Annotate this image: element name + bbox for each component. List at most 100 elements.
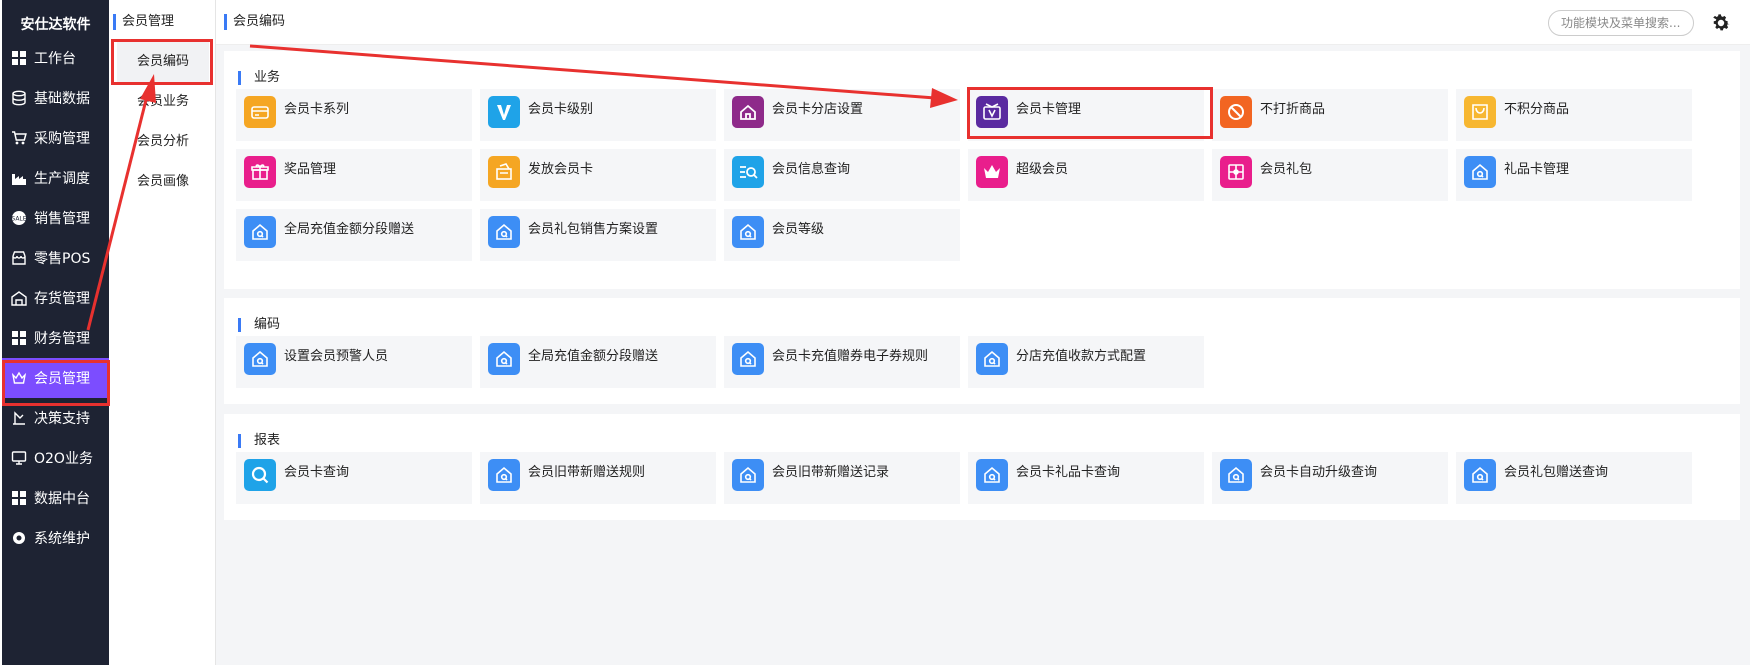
menu-card[interactable]: 设置会员预警人员 (236, 336, 472, 388)
menu-card-label: 礼品卡管理 (1504, 162, 1570, 177)
menu-card[interactable]: 不打折商品 (1212, 89, 1448, 141)
sidebar-item[interactable]: 系统维护 (2, 518, 109, 558)
menu-card-label: 会员信息查询 (772, 162, 851, 177)
menu-card[interactable]: 会员卡级别 (480, 89, 716, 141)
sidebar-item-label: 存货管理 (34, 291, 90, 307)
gear-icon[interactable] (1710, 12, 1732, 34)
issue-card-icon (488, 156, 520, 188)
menu-card[interactable]: 全局充值金额分段赠送 (480, 336, 716, 388)
menu-card[interactable]: 会员卡充值赠券电子券规则 (724, 336, 960, 388)
subnav-item-member-analysis[interactable]: 会员分析 (117, 122, 209, 162)
menu-card[interactable]: 不积分商品 (1456, 89, 1692, 141)
subnav-item-member-business[interactable]: 会员业务 (117, 82, 209, 122)
sidebar-item[interactable]: 存货管理 (2, 278, 109, 318)
sidebar-item[interactable]: 生产调度 (2, 158, 109, 198)
menu-card-label: 会员旧带新赠送记录 (772, 465, 890, 480)
menu-card[interactable]: 会员卡系列 (236, 89, 472, 141)
sidebar-item-label: 销售管理 (34, 211, 90, 227)
menu-card-label: 奖品管理 (284, 162, 337, 177)
menu-card-label: 会员卡充值赠券电子券规则 (772, 349, 929, 364)
menu-card-label: 发放会员卡 (528, 162, 594, 177)
menu-card-label: 会员旧带新赠送规则 (528, 465, 646, 480)
sidebar-item[interactable]: 零售POS (2, 238, 109, 278)
main-sidebar: 安仕达软件 工作台 基础数据 采购管理 生产调度 SALE 销售管理 零售POS 存货管理 财务… (2, 0, 109, 665)
menu-card[interactable]: 奖品管理 (236, 149, 472, 201)
sidebar-item-label: 财务管理 (34, 331, 90, 347)
sidebar-item[interactable]: 会员管理 (2, 358, 109, 398)
menu-card[interactable]: 会员卡分店设置 (724, 89, 960, 141)
section-title: 编码 (238, 318, 280, 332)
home-q-icon (732, 343, 764, 375)
section-title: 业务 (238, 71, 280, 85)
menu-card[interactable]: 会员卡礼品卡查询 (968, 452, 1204, 504)
top-header: 会员编码 (216, 0, 1750, 45)
sidebar-item[interactable]: SALE 销售管理 (2, 198, 109, 238)
sidebar-item-label: 生产调度 (34, 171, 90, 187)
gift-icon (244, 156, 276, 188)
home-q-icon (488, 459, 520, 491)
menu-card[interactable]: 会员等级 (724, 209, 960, 261)
home-q-icon (488, 216, 520, 248)
warehouse-icon (10, 289, 28, 307)
section-coding: 编码 设置会员预警人员 全局充值金额分段赠送 会员卡充值赠券电子券规则 分店充值收款方… (224, 298, 1740, 404)
menu-card[interactable]: 会员旧带新赠送记录 (724, 452, 960, 504)
menu-card-label: 会员卡管理 (1016, 102, 1082, 117)
gift-box-icon (1220, 156, 1252, 188)
sidebar-item-label: 决策支持 (34, 411, 90, 427)
section-title: 报表 (238, 434, 280, 448)
sidebar-item[interactable]: 工作台 (2, 38, 109, 78)
menu-card-label: 不积分商品 (1504, 102, 1570, 117)
monitor-icon (10, 449, 28, 467)
breadcrumb: 会员编码 (224, 14, 285, 30)
menu-card[interactable]: 全局充值金额分段赠送 (236, 209, 472, 261)
sidebar-item[interactable]: 采购管理 (2, 118, 109, 158)
svg-text:SALE: SALE (11, 216, 26, 223)
menu-card[interactable]: 会员礼包 (1212, 149, 1448, 201)
sidebar-item[interactable]: 决策支持 (2, 398, 109, 438)
grid-icon (10, 49, 28, 67)
menu-card-label: 会员卡级别 (528, 102, 594, 117)
cart-icon (10, 129, 28, 147)
menu-card[interactable]: 会员卡管理 (968, 89, 1204, 141)
menu-card[interactable]: 礼品卡管理 (1456, 149, 1692, 201)
home-q-icon (732, 216, 764, 248)
section-business: 业务 会员卡系列 会员卡级别 会员卡分店设置 会员卡管理 不打折商品 不积分商品奖品管理 发… (224, 51, 1740, 289)
sidebar-item-label: 采购管理 (34, 131, 90, 147)
decision-icon (10, 409, 28, 427)
menu-card[interactable]: 会员卡自动升级查询 (1212, 452, 1448, 504)
menu-card[interactable]: 会员信息查询 (724, 149, 960, 201)
ban-icon (1220, 96, 1252, 128)
home-q-icon (244, 216, 276, 248)
menu-card-label: 会员卡查询 (284, 465, 350, 480)
menu-card[interactable]: 会员礼包销售方案设置 (480, 209, 716, 261)
menu-card[interactable]: 发放会员卡 (480, 149, 716, 201)
sidebar-item[interactable]: 数据中台 (2, 478, 109, 518)
menu-card-label: 会员卡自动升级查询 (1260, 465, 1378, 480)
sidebar-item[interactable]: O2O业务 (2, 438, 109, 478)
vip-card-icon (976, 96, 1008, 128)
v-logo-icon (488, 96, 520, 128)
sidebar-item[interactable]: 基础数据 (2, 78, 109, 118)
content-area: 业务 会员卡系列 会员卡级别 会员卡分店设置 会员卡管理 不打折商品 不积分商品奖品管理 发… (216, 45, 1750, 665)
sidebar-item-label: 数据中台 (34, 491, 90, 507)
search-input[interactable] (1548, 10, 1694, 36)
menu-card-label: 超级会员 (1016, 162, 1069, 177)
store-icon (10, 249, 28, 267)
menu-card[interactable]: 会员旧带新赠送规则 (480, 452, 716, 504)
menu-card[interactable]: 会员卡查询 (236, 452, 472, 504)
grid-icon (10, 329, 28, 347)
sidebar-item[interactable]: 财务管理 (2, 318, 109, 358)
home-q-icon (1220, 459, 1252, 491)
home-q-icon (1464, 156, 1496, 188)
sidebar-item-label: 工作台 (34, 51, 76, 67)
home-q-icon (732, 459, 764, 491)
menu-card[interactable]: 会员礼包赠送查询 (1456, 452, 1692, 504)
sidebar-item-label: 零售POS (34, 251, 91, 267)
menu-card[interactable]: 分店充值收款方式配置 (968, 336, 1204, 388)
subnav-item-member-code[interactable]: 会员编码 (117, 42, 209, 82)
crown-icon (10, 369, 28, 387)
menu-card[interactable]: 超级会员 (968, 149, 1204, 201)
subnav-item-member-profile[interactable]: 会员画像 (117, 162, 209, 202)
search-icon (244, 459, 276, 491)
sub-sidebar: 会员管理 会员编码 会员业务 会员分析 会员画像 (109, 0, 216, 665)
